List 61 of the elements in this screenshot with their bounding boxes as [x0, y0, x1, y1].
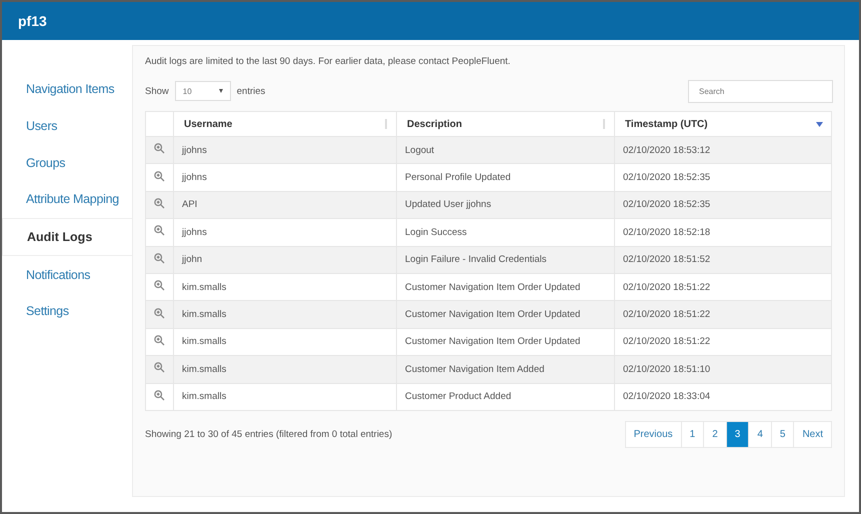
table-cell: 02/10/2020 18:51:22 [614, 300, 832, 328]
table-cell: Logout [396, 136, 614, 164]
zoom-icon[interactable] [154, 225, 165, 236]
column-header[interactable]: Username [174, 112, 396, 136]
zoom-icon[interactable] [154, 334, 165, 346]
table-cell: 02/10/2020 18:51:10 [614, 356, 832, 384]
sidebar-item[interactable]: Users [2, 108, 132, 144]
zoom-icon[interactable] [154, 198, 165, 209]
page-link[interactable]: Previous [626, 422, 681, 447]
caret-icon [218, 89, 223, 93]
table-cell: 02/10/2020 18:53:12 [614, 136, 832, 164]
table-cell: Updated User jjohns [396, 191, 614, 219]
table-cell: Login Failure - Invalid Credentials [396, 246, 614, 274]
page-link[interactable]: 3 [726, 422, 748, 447]
entries-label: entries [236, 86, 266, 96]
table-info: Showing 21 to 30 of 45 entries (filtered from 0 total entries) [145, 428, 392, 440]
table-cell: Customer Navigation Item Order Updated [396, 300, 614, 328]
table-cell: Personal Profile Updated [396, 164, 614, 192]
zoom-icon[interactable] [154, 390, 165, 401]
table-cell: API [174, 191, 396, 219]
page-link[interactable]: Next [793, 422, 831, 447]
sidebar-item[interactable]: Attribute Mapping [2, 181, 132, 218]
notice-text: Audit logs are limited to the last 90 days. For earlier data, please contact PeopleFluent. [145, 56, 512, 67]
sidebar-item[interactable]: Audit Logs [2, 218, 132, 256]
sidebar-item[interactable]: Settings [2, 293, 132, 330]
zoom-icon[interactable] [154, 362, 165, 374]
table-cell: jjohns [174, 218, 396, 246]
page-link[interactable]: 1 [680, 422, 704, 447]
table-cell: 02/10/2020 18:33:04 [614, 383, 832, 410]
zoom-icon[interactable] [154, 252, 165, 264]
table-cell: 02/10/2020 18:52:35 [614, 164, 832, 192]
table-cell: Login Success [396, 218, 614, 246]
table-cell: Customer Product Added [396, 383, 614, 410]
zoom-icon[interactable] [154, 170, 165, 182]
search-field[interactable]: Search [688, 80, 833, 102]
table-cell: 02/10/2020 18:51:52 [614, 246, 832, 274]
table-cell: 02/10/2020 18:52:18 [614, 218, 832, 246]
table-cell: jjohns [174, 136, 396, 164]
sidebar-item[interactable]: Navigation Items [2, 71, 132, 108]
column-header[interactable]: Timestamp (UTC) [614, 112, 832, 136]
sort-desc-icon [816, 122, 823, 126]
sort-icon [384, 119, 388, 129]
show-label: Show [145, 86, 169, 96]
table-cell: kim.smalls [174, 300, 396, 328]
page-link[interactable]: 4 [748, 422, 771, 447]
table-cell: 02/10/2020 18:52:35 [614, 191, 832, 219]
page-size-select[interactable]: 10 [174, 81, 231, 101]
app-title: pf13 [18, 13, 47, 29]
table-cell: kim.smalls [174, 356, 396, 384]
zoom-icon[interactable] [154, 308, 165, 319]
sidebar-item[interactable]: Groups [2, 144, 132, 182]
table-cell: jjohns [174, 164, 396, 192]
zoom-icon[interactable] [154, 280, 165, 292]
page-link[interactable]: 5 [770, 422, 794, 447]
table-cell: jjohn [174, 246, 396, 274]
column-header[interactable]: Description [396, 112, 614, 136]
table-cell: kim.smalls [174, 383, 396, 410]
sidebar-item[interactable]: Notifications [2, 256, 132, 294]
zoom-icon[interactable] [154, 143, 165, 154]
sort-icon [602, 119, 606, 129]
table-cell: Customer Navigation Item Added [396, 356, 614, 384]
